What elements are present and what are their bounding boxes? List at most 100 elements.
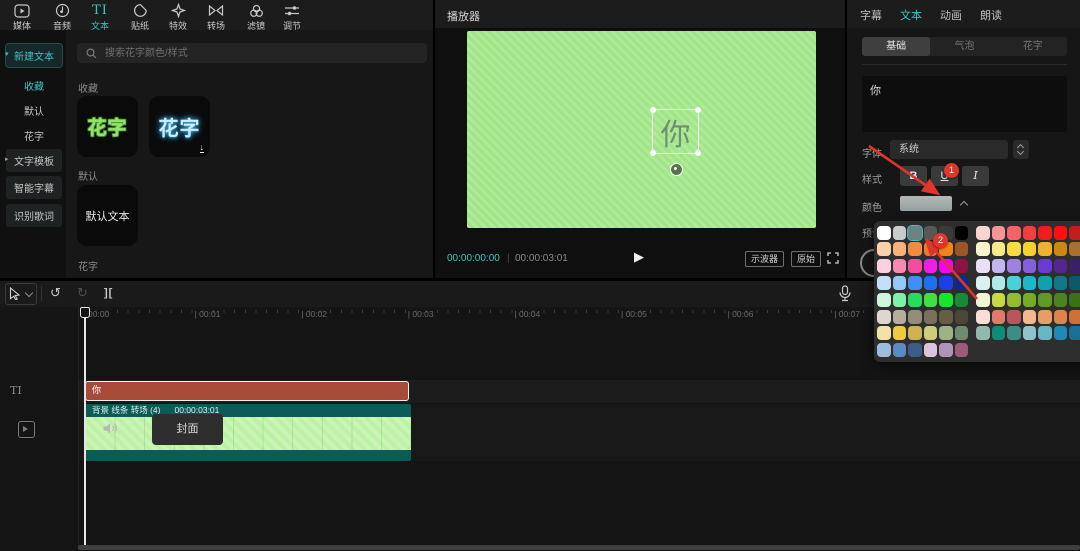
palette-swatch[interactable] (877, 242, 891, 257)
palette-swatch[interactable] (1053, 309, 1067, 324)
palette-swatch[interactable] (991, 259, 1005, 274)
palette-swatch[interactable] (1022, 275, 1036, 290)
palette-swatch[interactable] (1022, 292, 1036, 307)
palette-swatch[interactable] (976, 259, 990, 274)
palette-swatch[interactable] (976, 275, 990, 290)
palette-swatch[interactable] (1038, 242, 1052, 257)
palette-swatch[interactable] (939, 309, 953, 324)
palette-swatch[interactable] (976, 326, 990, 341)
play-button[interactable]: ▶ (634, 249, 644, 265)
palette-swatch[interactable] (976, 309, 990, 324)
selection-handle[interactable] (650, 150, 656, 156)
palette-swatch[interactable] (954, 275, 968, 290)
search-input[interactable] (103, 46, 407, 60)
palette-swatch[interactable] (908, 309, 922, 324)
palette-swatch[interactable] (1038, 292, 1052, 307)
palette-swatch[interactable] (939, 259, 953, 274)
microphone-icon[interactable] (838, 285, 852, 302)
palette-swatch[interactable] (908, 292, 922, 307)
palette-swatch[interactable] (954, 292, 968, 307)
tab-media[interactable]: 媒体 (2, 2, 42, 32)
palette-swatch[interactable] (1022, 259, 1036, 274)
subtab-basic[interactable]: 基础 (862, 37, 931, 56)
palette-swatch[interactable] (954, 259, 968, 274)
tab-audio[interactable]: 音频 (42, 2, 82, 32)
palette-swatch[interactable] (976, 225, 990, 240)
sidebar-item-text-templates[interactable]: ▸ 文字模板 (5, 149, 62, 172)
palette-swatch[interactable] (1069, 225, 1080, 240)
palette-swatch[interactable] (908, 326, 922, 341)
palette-swatch[interactable] (907, 225, 922, 240)
palette-swatch[interactable] (939, 326, 953, 341)
speaker-icon[interactable] (102, 421, 118, 436)
subtab-huazi[interactable]: 花字 (999, 37, 1067, 56)
palette-swatch[interactable] (1053, 326, 1067, 341)
rotate-handle-icon[interactable] (670, 163, 683, 176)
palette-swatch[interactable] (976, 242, 990, 257)
palette-swatch[interactable] (892, 242, 906, 257)
track-toggle-icon[interactable] (18, 421, 35, 438)
tab-speech[interactable]: 朗读 (980, 7, 1002, 23)
text-clip[interactable]: 你 (85, 381, 409, 401)
palette-swatch[interactable] (991, 309, 1005, 324)
palette-swatch[interactable] (1069, 242, 1080, 257)
default-text-card[interactable]: 默认文本 (77, 185, 138, 246)
palette-swatch[interactable] (1053, 275, 1067, 290)
palette-swatch[interactable] (1007, 242, 1021, 257)
sidebar-item-favorites[interactable]: 收藏 (6, 74, 62, 97)
palette-swatch[interactable] (991, 242, 1005, 257)
palette-swatch[interactable] (1007, 259, 1021, 274)
tab-sticker[interactable]: 贴纸 (120, 2, 160, 32)
tab-effects[interactable]: 特效 (158, 2, 198, 32)
search-box[interactable] (77, 43, 427, 63)
palette-swatch[interactable] (923, 292, 937, 307)
palette-swatch[interactable] (892, 343, 906, 358)
subtab-bubble[interactable]: 气泡 (930, 37, 998, 56)
tab-transition[interactable]: 转场 (196, 2, 236, 32)
palette-swatch[interactable] (1069, 275, 1080, 290)
sidebar-item-huazi[interactable]: 花字 (6, 124, 62, 147)
palette-swatch[interactable] (1007, 292, 1021, 307)
palette-swatch[interactable] (1007, 326, 1021, 341)
palette-swatch[interactable] (923, 326, 937, 341)
palette-swatch[interactable] (892, 259, 906, 274)
playhead-handle[interactable] (80, 307, 90, 318)
horizontal-scrollbar[interactable] (78, 545, 1080, 550)
palette-swatch[interactable] (892, 225, 906, 240)
redo-button[interactable]: ↻ (77, 284, 88, 302)
tab-filter[interactable]: 滤镜 (236, 2, 276, 32)
palette-swatch[interactable] (877, 259, 891, 274)
sidebar-item-new-text[interactable]: ▾ 新建文本 (5, 43, 63, 68)
palette-swatch[interactable] (877, 326, 891, 341)
palette-swatch[interactable] (1038, 275, 1052, 290)
palette-swatch[interactable] (923, 309, 937, 324)
palette-swatch[interactable] (877, 225, 891, 240)
color-chevron-up-icon[interactable] (957, 196, 971, 211)
font-dropdown[interactable]: 系统 (890, 140, 1008, 159)
split-button[interactable]: ][ (104, 284, 113, 302)
palette-swatch[interactable] (877, 275, 891, 290)
palette-swatch[interactable] (991, 225, 1005, 240)
palette-swatch[interactable] (1053, 242, 1067, 257)
palette-swatch[interactable] (1038, 259, 1052, 274)
selection-handle[interactable] (650, 107, 656, 113)
palette-swatch[interactable] (1053, 225, 1067, 240)
tab-text-props[interactable]: 文本 (900, 7, 922, 23)
palette-swatch[interactable] (991, 275, 1005, 290)
font-stepper[interactable] (1013, 140, 1029, 159)
palette-swatch[interactable] (877, 309, 891, 324)
sidebar-item-auto-captions[interactable]: 智能字幕 (6, 176, 62, 199)
palette-swatch[interactable] (976, 292, 990, 307)
sidebar-item-default[interactable]: 默认 (6, 99, 62, 122)
palette-swatch[interactable] (954, 326, 968, 341)
palette-swatch[interactable] (908, 259, 922, 274)
palette-swatch[interactable] (877, 343, 891, 358)
palette-swatch[interactable] (892, 309, 906, 324)
selection-handle[interactable] (695, 107, 701, 113)
bold-button[interactable]: B (900, 166, 927, 186)
palette-swatch[interactable] (991, 292, 1005, 307)
palette-swatch[interactable] (892, 326, 906, 341)
palette-swatch[interactable] (892, 292, 906, 307)
palette-swatch[interactable] (1022, 309, 1036, 324)
palette-swatch[interactable] (939, 275, 953, 290)
